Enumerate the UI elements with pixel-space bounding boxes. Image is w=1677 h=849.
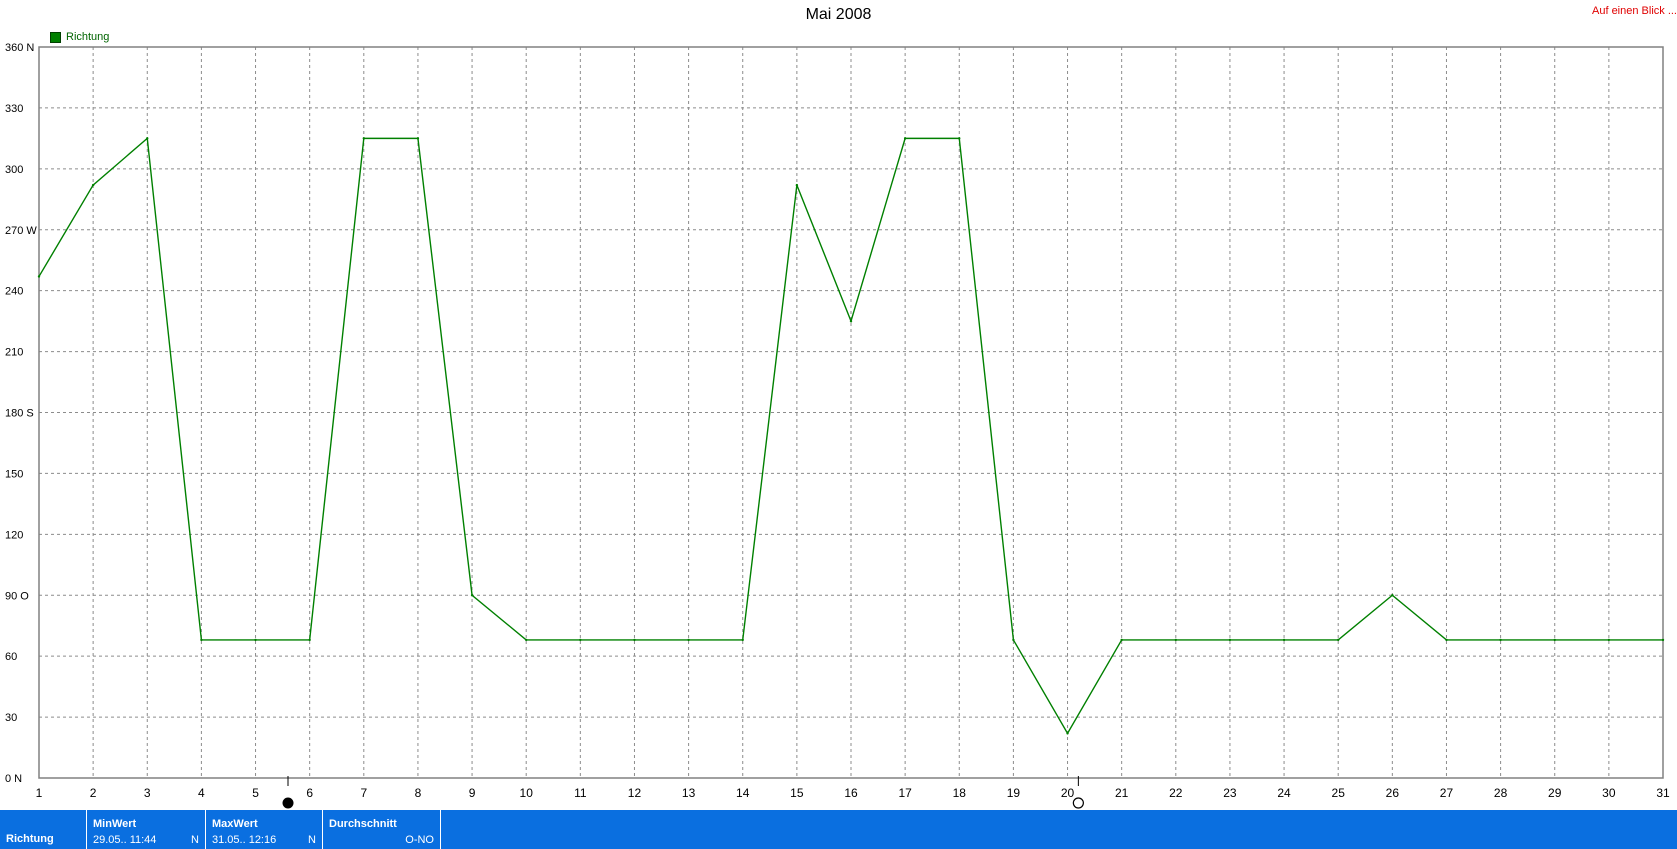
x-tick-label: 19	[1007, 786, 1021, 800]
y-tick-label: 210	[5, 347, 23, 359]
data-point	[254, 638, 257, 642]
y-tick-label: 180 S	[5, 408, 34, 420]
data-point	[470, 594, 474, 597]
x-tick-label: 9	[469, 786, 476, 800]
min-label: MinWert	[93, 818, 137, 830]
x-tick-label: 7	[360, 786, 367, 800]
max-time: 31.05.. 12:16	[212, 834, 277, 846]
x-tick-label: 22	[1169, 786, 1183, 800]
y-tick-label: 330	[5, 103, 23, 115]
y-tick-label: 300	[5, 164, 23, 176]
x-tick-label: 8	[415, 786, 422, 800]
legend: Richtung	[50, 31, 109, 43]
data-point	[903, 137, 907, 140]
x-tick-label: 15	[790, 786, 804, 800]
x-tick-label: 26	[1386, 786, 1400, 800]
x-tick-label: 30	[1602, 786, 1616, 800]
min-value-panel: MinWert 29.05.. 11:44 N	[87, 810, 206, 849]
min-value: N	[191, 834, 199, 846]
average-label: Durchschnitt	[329, 818, 397, 830]
data-point	[91, 183, 95, 187]
x-tick-label: 20	[1061, 786, 1075, 800]
data-point	[416, 137, 420, 140]
x-tick-label: 17	[898, 786, 912, 800]
chart-canvas: 1 2 3 4 5 6 7 8 9 10 11 12 13 14 15 16 17 18 19 20 21 22 23 24 2…	[5, 42, 1670, 809]
x-tick-label: 31	[1656, 786, 1670, 800]
data-point	[1012, 638, 1015, 642]
x-tick-label: 23	[1223, 786, 1237, 800]
x-tick-label: 1	[36, 786, 43, 800]
x-tick-label: 25	[1332, 786, 1346, 800]
x-tick-label: 18	[953, 786, 967, 800]
data-point	[958, 137, 961, 140]
data-point	[741, 638, 744, 642]
data-point	[1337, 638, 1340, 642]
data-point	[1607, 638, 1611, 642]
y-tick-label: 240	[5, 286, 23, 298]
max-value: N	[308, 834, 316, 846]
y-tick-label: 0 N	[5, 773, 22, 785]
max-label: MaxWert	[212, 818, 258, 830]
data-point	[37, 275, 41, 278]
data-point	[1661, 638, 1665, 642]
overview-link[interactable]: Auf einen Blick ...	[1592, 5, 1677, 17]
new-moon-icon	[282, 797, 294, 809]
x-tick-label: 10	[520, 786, 534, 800]
x-tick-label: 21	[1115, 786, 1129, 800]
average-value: O-NO	[405, 834, 434, 846]
chart-title: Mai 2008	[805, 6, 872, 23]
summary-row-label-panel: Richtung	[0, 810, 87, 849]
min-time: 29.05.. 11:44	[93, 834, 157, 846]
tick-labels: 1 2 3 4 5 6 7 8 9 10 11 12 13 14 15 16 17 18 19 20 21 22 23 24 2…	[5, 42, 1670, 800]
x-tick-label: 6	[306, 786, 313, 800]
data-point	[1391, 594, 1394, 597]
y-tick-label: 270 W	[5, 225, 37, 237]
average-panel: Durchschnitt O-NO	[323, 810, 441, 849]
y-tick-label: 150	[5, 468, 23, 480]
data-point	[1553, 638, 1556, 642]
data-point	[200, 638, 203, 642]
data-point	[1282, 638, 1286, 642]
series-lines	[37, 136, 1665, 735]
x-tick-label: 2	[90, 786, 97, 800]
data-point	[687, 638, 690, 642]
data-point	[633, 638, 636, 642]
data-point	[1228, 638, 1232, 642]
x-tick-label: 4	[198, 786, 205, 800]
data-point	[362, 137, 365, 140]
data-point	[795, 183, 799, 187]
legend-label: Richtung	[66, 31, 110, 43]
legend-swatch	[50, 31, 61, 43]
y-tick-label: 360 N	[5, 42, 34, 54]
grid	[39, 47, 1663, 778]
summary-row-label: Richtung	[6, 833, 54, 845]
x-tick-label: 5	[252, 786, 259, 800]
x-tick-label: 24	[1277, 786, 1291, 800]
data-point	[1499, 638, 1502, 642]
x-tick-label: 27	[1440, 786, 1454, 800]
data-point	[308, 638, 311, 642]
data-point	[1174, 638, 1178, 642]
x-tick-label: 14	[736, 786, 750, 800]
max-value-panel: MaxWert 31.05.. 12:16 N	[206, 810, 323, 849]
data-point	[1445, 638, 1448, 642]
x-tick-label: 3	[144, 786, 151, 800]
data-point	[146, 137, 149, 140]
y-tick-label: 120	[5, 529, 23, 541]
x-tick-label: 13	[682, 786, 696, 800]
y-tick-label: 90 O	[5, 590, 29, 602]
x-tick-label: 11	[574, 786, 587, 800]
y-tick-label: 30	[5, 712, 17, 724]
y-tick-label: 60	[5, 651, 17, 663]
x-tick-label: 16	[844, 786, 858, 800]
full-moon-icon	[1072, 797, 1084, 809]
data-point	[579, 638, 582, 642]
data-point	[1120, 638, 1123, 642]
x-tick-label: 28	[1494, 786, 1508, 800]
data-point	[525, 638, 528, 642]
x-tick-label: 12	[628, 786, 642, 800]
x-tick-label: 29	[1548, 786, 1562, 800]
data-point	[849, 319, 853, 323]
data-point	[1066, 732, 1069, 735]
